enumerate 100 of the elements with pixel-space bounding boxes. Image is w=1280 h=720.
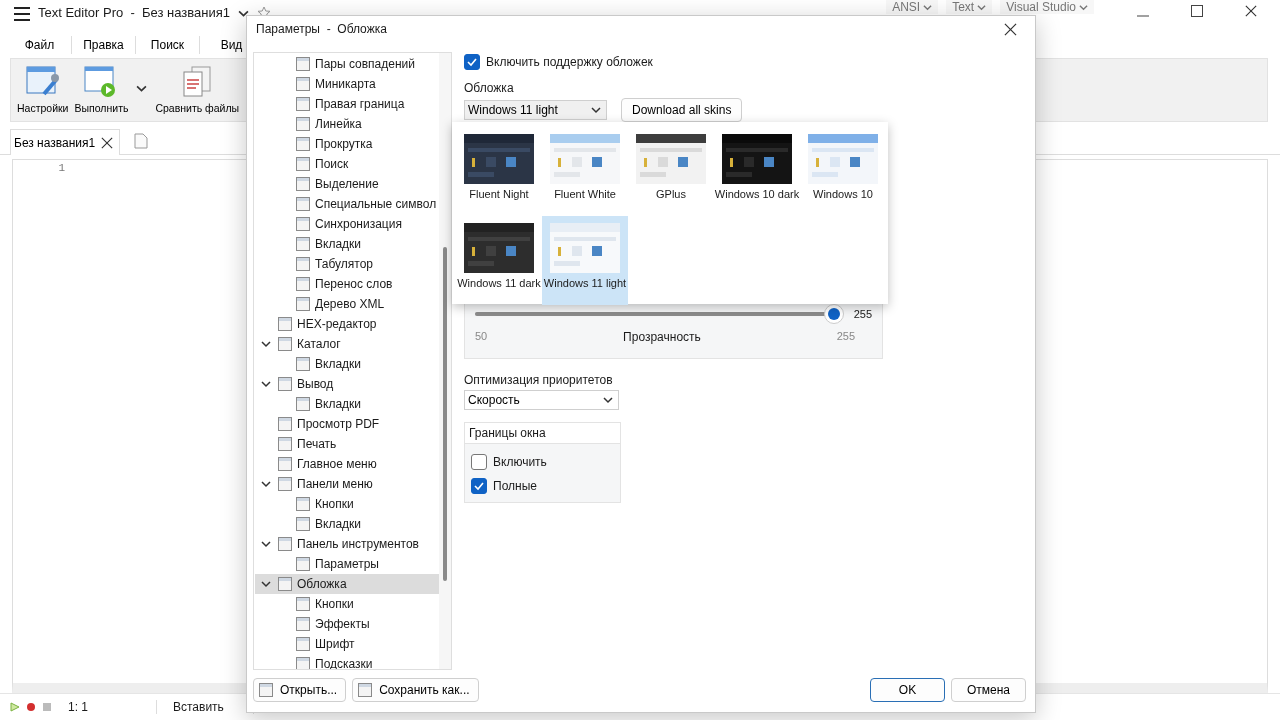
skin-option[interactable]: Windows 10 bbox=[800, 127, 886, 216]
cursor-position: 1: 1 bbox=[58, 700, 157, 714]
skin-option[interactable]: Fluent White bbox=[542, 127, 628, 216]
tree-item[interactable]: Поиск bbox=[255, 154, 439, 174]
tree-item[interactable]: Вкладки bbox=[255, 514, 439, 534]
tree-item[interactable]: Правая граница bbox=[255, 94, 439, 114]
page-icon bbox=[277, 576, 293, 592]
skin-option[interactable]: GPlus bbox=[628, 127, 714, 216]
checkmark-icon bbox=[466, 56, 478, 68]
tree-item[interactable]: Печать bbox=[255, 434, 439, 454]
expand-chevron-icon[interactable] bbox=[261, 339, 271, 349]
page-icon bbox=[295, 116, 311, 132]
skin-preview bbox=[550, 134, 620, 184]
page-icon bbox=[295, 636, 311, 652]
dialog-button[interactable]: Отмена bbox=[951, 678, 1026, 702]
skin-option[interactable]: Fluent Night bbox=[456, 127, 542, 216]
tree-item[interactable]: Перенос слов bbox=[255, 274, 439, 294]
tree-item[interactable]: Вкладки bbox=[255, 394, 439, 414]
page-icon bbox=[295, 516, 311, 532]
priority-select[interactable]: Скорость bbox=[464, 390, 619, 410]
tree-item[interactable]: Панели меню bbox=[255, 474, 439, 494]
document-tab[interactable]: Без названия1 bbox=[10, 129, 121, 155]
skin-select[interactable]: Windows 11 light bbox=[464, 100, 607, 120]
checkbox-label: Включить bbox=[493, 455, 547, 469]
skin-option[interactable]: Windows 11 light bbox=[542, 216, 628, 305]
title-dropdown[interactable]: ANSI bbox=[886, 0, 939, 14]
maximize-icon bbox=[1191, 5, 1203, 17]
skin-preview bbox=[808, 134, 878, 184]
page-icon bbox=[295, 156, 311, 172]
slider-title: Прозрачность bbox=[623, 330, 701, 344]
expand-chevron-icon[interactable] bbox=[261, 479, 271, 489]
tree-item[interactable]: Просмотр PDF bbox=[255, 414, 439, 434]
ribbon-button[interactable]: Сравнить файлы bbox=[153, 64, 242, 116]
tree-item[interactable]: Линейка bbox=[255, 114, 439, 134]
chevron-down-icon bbox=[603, 395, 613, 405]
menu-icon[interactable] bbox=[14, 7, 30, 21]
menu-tab[interactable]: Правка bbox=[72, 36, 136, 54]
skin-option[interactable]: Windows 11 dark bbox=[456, 216, 542, 305]
page-icon bbox=[295, 196, 311, 212]
tree-item[interactable]: Главное меню bbox=[255, 454, 439, 474]
dialog-title: Параметры - Обложка bbox=[256, 22, 387, 36]
tree-item[interactable]: Каталог bbox=[255, 334, 439, 354]
tree-item[interactable]: Кнопки bbox=[255, 594, 439, 614]
tree-item[interactable]: Дерево XML bbox=[255, 294, 439, 314]
page-icon bbox=[295, 56, 311, 72]
tree-item[interactable]: Панель инструментов bbox=[255, 534, 439, 554]
field-label: Оптимизация приоритетов bbox=[464, 373, 614, 387]
page-icon bbox=[295, 216, 311, 232]
checkbox[interactable] bbox=[471, 478, 487, 494]
menu-tab[interactable]: Файл bbox=[8, 36, 72, 54]
page-icon bbox=[277, 416, 293, 432]
page-icon bbox=[277, 536, 293, 552]
footer-button[interactable]: Открыть... bbox=[253, 678, 347, 702]
slider-min: 50 bbox=[475, 330, 488, 344]
page-icon bbox=[295, 136, 311, 152]
close-icon bbox=[1003, 22, 1017, 36]
skin-preview bbox=[550, 223, 620, 273]
dialog-button[interactable]: OK bbox=[870, 678, 945, 702]
page-icon bbox=[295, 176, 311, 192]
skin-option[interactable]: Windows 10 dark bbox=[714, 127, 800, 216]
chevron-down-icon bbox=[136, 83, 148, 94]
tree-item[interactable]: Выделение bbox=[255, 174, 439, 194]
page-icon bbox=[295, 556, 311, 572]
expand-chevron-icon[interactable] bbox=[261, 579, 271, 589]
page-icon bbox=[277, 476, 293, 492]
tree-item[interactable]: Миникарта bbox=[255, 74, 439, 94]
record-icon[interactable] bbox=[26, 702, 36, 712]
page-icon bbox=[277, 316, 293, 332]
page-icon bbox=[295, 296, 311, 312]
tree-item[interactable]: Пары совпадений bbox=[255, 54, 439, 74]
tree-item[interactable]: Обложка bbox=[255, 574, 439, 594]
title-dropdown[interactable]: Text bbox=[946, 0, 993, 14]
menu-tab[interactable]: Поиск bbox=[136, 36, 200, 54]
tree-item[interactable]: Вывод bbox=[255, 374, 439, 394]
tree-item[interactable]: Параметры bbox=[255, 554, 439, 574]
tree-item[interactable]: Эффекты bbox=[255, 614, 439, 634]
footer-button[interactable]: Сохранить как... bbox=[352, 678, 479, 702]
tree-item[interactable]: Шрифт bbox=[255, 634, 439, 654]
tree-item[interactable]: Вкладки bbox=[255, 354, 439, 374]
ribbon-button[interactable]: Выполнить bbox=[72, 64, 131, 116]
tree-item[interactable]: Специальные символ bbox=[255, 194, 439, 214]
page-icon bbox=[295, 616, 311, 632]
chevron-down-icon bbox=[923, 2, 933, 12]
slider-thumb[interactable] bbox=[823, 304, 844, 324]
checkbox[interactable] bbox=[471, 454, 487, 470]
tree-item[interactable]: Кнопки bbox=[255, 494, 439, 514]
page-icon bbox=[295, 356, 311, 372]
checkbox[interactable] bbox=[464, 54, 480, 70]
tree-item[interactable]: HEX-редактор bbox=[255, 314, 439, 334]
tree-item[interactable]: Прокрутка bbox=[255, 134, 439, 154]
scrollbar-thumb[interactable] bbox=[443, 247, 447, 581]
window-title: Text Editor Pro - Без названия1 bbox=[38, 4, 230, 22]
tree-item[interactable]: Синхронизация bbox=[255, 214, 439, 234]
title-dropdown[interactable]: Visual Studio bbox=[1000, 0, 1094, 14]
expand-chevron-icon[interactable] bbox=[261, 379, 271, 389]
download-button[interactable]: Download all skins bbox=[621, 98, 743, 122]
tree-item[interactable]: Табулятор bbox=[255, 254, 439, 274]
tree-item[interactable]: Вкладки bbox=[255, 234, 439, 254]
ribbon-button[interactable]: Настройки bbox=[15, 64, 71, 116]
expand-chevron-icon[interactable] bbox=[261, 539, 271, 549]
